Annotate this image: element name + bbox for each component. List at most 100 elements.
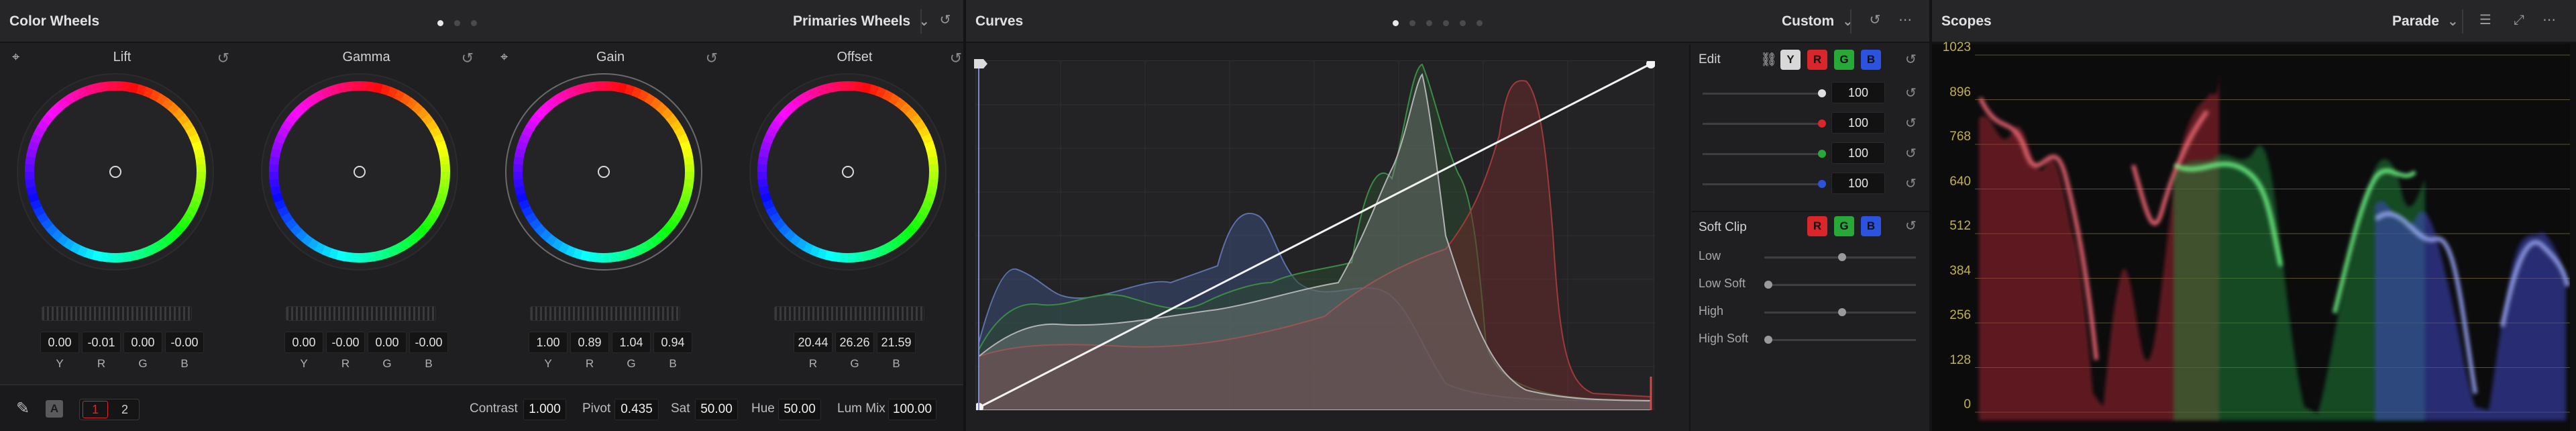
wheel-lift: Lift ⌖ ↺ 0.00 -0.01 0.00 -0.00 Y R G B xyxy=(0,43,244,383)
reset-icon[interactable]: ↺ xyxy=(462,50,474,67)
curve-channel-r-button[interactable]: R xyxy=(1807,50,1827,70)
wheel-value-field[interactable]: 0.00 xyxy=(284,332,323,353)
page-dots[interactable] xyxy=(1393,20,1493,27)
link-icon[interactable]: ⛓ xyxy=(1760,51,1777,68)
intensity-field[interactable]: 100 xyxy=(1831,82,1885,103)
eyedropper-icon[interactable]: ⌖ xyxy=(12,50,19,65)
wheel-value-field[interactable]: -0.00 xyxy=(326,332,365,353)
reset-icon[interactable]: ↺ xyxy=(217,50,229,67)
sat-field[interactable]: 50.00 xyxy=(695,399,738,420)
curve-point-white[interactable] xyxy=(1646,59,1656,68)
scope-mode-dropdown[interactable]: Parade ⌄ xyxy=(2392,0,2459,43)
curve-channel-y-button[interactable]: Y xyxy=(1780,50,1801,70)
eyedropper-icon[interactable]: ⌖ xyxy=(500,50,508,65)
wheel-value-field[interactable]: -0.00 xyxy=(409,332,448,353)
wheel-label: Gamma xyxy=(342,50,390,64)
page-dots[interactable] xyxy=(437,20,488,27)
reset-icon[interactable]: ↺ xyxy=(1865,11,1885,32)
master-wheel-jog[interactable] xyxy=(530,306,680,321)
page-dot[interactable] xyxy=(471,20,477,26)
wheel-value-field[interactable]: 1.00 xyxy=(529,332,568,353)
curve-channel-b-button[interactable]: B xyxy=(1861,50,1881,70)
more-icon[interactable]: ⋯ xyxy=(2540,11,2560,32)
reset-icon[interactable]: ↺ xyxy=(950,50,962,67)
reset-icon[interactable]: ↺ xyxy=(706,50,718,67)
slider-knob[interactable] xyxy=(1838,253,1846,261)
intensity-slider[interactable] xyxy=(1703,150,1826,158)
auto-balance-icon[interactable]: ✎ xyxy=(16,399,30,418)
expand-icon[interactable]: ⤢ xyxy=(2509,11,2529,32)
wheel-value-field[interactable]: 0.94 xyxy=(653,332,692,353)
softclip-channel-b-button[interactable]: B xyxy=(1861,216,1881,236)
slider-knob[interactable] xyxy=(1764,281,1772,289)
reset-icon[interactable]: ↺ xyxy=(1905,218,1917,234)
softclip-slider[interactable] xyxy=(1764,308,1916,316)
wheel-value-field[interactable]: 21.59 xyxy=(877,332,916,353)
reset-icon[interactable]: ↺ xyxy=(935,11,955,32)
slider-knob[interactable] xyxy=(1818,180,1826,188)
settings-icon[interactable]: ☰ xyxy=(2475,11,2496,32)
page-dot[interactable] xyxy=(1460,20,1466,26)
curves-mode-dropdown[interactable]: Custom ⌄ xyxy=(1782,0,1854,43)
softclip-channel-g-button[interactable]: G xyxy=(1834,216,1854,236)
channel-letter: B xyxy=(425,357,433,370)
wheel-value-field[interactable]: 26.26 xyxy=(835,332,874,353)
page-dot[interactable] xyxy=(1393,20,1399,26)
more-icon[interactable]: ⋯ xyxy=(1896,11,1916,32)
auto-badge[interactable]: A xyxy=(46,400,63,418)
wheel-value-field[interactable]: 0.89 xyxy=(570,332,609,353)
pivot-field[interactable]: 0.435 xyxy=(614,399,659,420)
reset-icon[interactable]: ↺ xyxy=(1905,145,1917,162)
page-dot[interactable] xyxy=(1443,20,1449,26)
reset-icon[interactable]: ↺ xyxy=(1905,85,1917,101)
master-wheel-jog[interactable] xyxy=(286,306,436,321)
intensity-slider[interactable] xyxy=(1703,89,1826,97)
color-wheel[interactable] xyxy=(259,71,460,273)
page-dot[interactable] xyxy=(454,20,460,26)
intensity-field[interactable]: 100 xyxy=(1831,173,1885,194)
softclip-slider[interactable] xyxy=(1764,336,1916,344)
curve-histogram xyxy=(974,59,1656,412)
slider-knob[interactable] xyxy=(1818,119,1826,128)
page-dot[interactable] xyxy=(1409,20,1415,26)
intensity-field[interactable]: 100 xyxy=(1831,142,1885,164)
softclip-slider[interactable] xyxy=(1764,253,1916,261)
page-dot[interactable] xyxy=(437,20,443,26)
wheel-value-field[interactable]: 0.00 xyxy=(123,332,162,353)
slider-knob[interactable] xyxy=(1764,336,1772,344)
wheel-value-field[interactable]: 0.00 xyxy=(368,332,407,353)
intensity-field[interactable]: 100 xyxy=(1831,112,1885,134)
wheel-values: 20.44 26.26 21.59 xyxy=(733,332,977,353)
page-2-button[interactable]: 2 xyxy=(112,401,138,418)
reset-icon[interactable]: ↺ xyxy=(1905,175,1917,192)
slider-knob[interactable] xyxy=(1818,89,1826,97)
reset-icon[interactable]: ↺ xyxy=(1905,51,1917,68)
page-1-button[interactable]: 1 xyxy=(83,401,108,418)
slider-knob[interactable] xyxy=(1818,150,1826,158)
curve-channel-g-button[interactable]: G xyxy=(1834,50,1854,70)
master-wheel-jog[interactable] xyxy=(774,306,924,321)
wheel-value-field[interactable]: 0.00 xyxy=(40,332,79,353)
wheel-value-field[interactable]: 1.04 xyxy=(612,332,651,353)
master-wheel-jog[interactable] xyxy=(42,306,192,321)
color-wheel[interactable] xyxy=(747,71,949,273)
wheel-value-field[interactable]: 20.44 xyxy=(794,332,833,353)
wheels-mode-dropdown[interactable]: Primaries Wheels ⌄ xyxy=(793,0,930,43)
intensity-slider[interactable] xyxy=(1703,180,1826,188)
softclip-channel-r-button[interactable]: R xyxy=(1807,216,1827,236)
hue-field[interactable]: 50.00 xyxy=(778,399,821,420)
intensity-slider[interactable] xyxy=(1703,119,1826,128)
wheel-value-field[interactable]: -0.00 xyxy=(165,332,204,353)
color-wheel[interactable] xyxy=(503,71,704,273)
slider-knob[interactable] xyxy=(1838,308,1846,316)
color-wheel[interactable] xyxy=(15,71,216,273)
lummix-field[interactable]: 100.00 xyxy=(888,399,936,420)
softclip-slider[interactable] xyxy=(1764,281,1916,289)
contrast-field[interactable]: 1.000 xyxy=(523,399,566,420)
page-dot[interactable] xyxy=(1477,20,1483,26)
wheel-value-field[interactable]: -0.01 xyxy=(82,332,121,353)
channel-letter: R xyxy=(97,357,106,370)
curve-graph[interactable] xyxy=(974,59,1656,412)
reset-icon[interactable]: ↺ xyxy=(1905,115,1917,132)
page-dot[interactable] xyxy=(1426,20,1432,26)
